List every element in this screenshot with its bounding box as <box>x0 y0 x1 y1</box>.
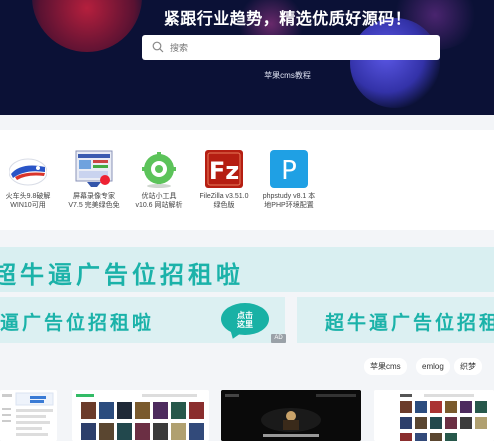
software-item-filezilla[interactable]: Fz FileZilla v3.51.0 绿色版 <box>191 150 257 210</box>
screen-recorder-icon <box>75 150 113 188</box>
ad-banner-left[interactable]: 逼广告位招租啦 点击 这里 <box>0 297 285 343</box>
hero-banner: 紧跟行业趋势，精选优质好源码！ 苹果cms教程 <box>0 0 494 115</box>
template-thumbnail[interactable] <box>72 390 209 441</box>
phpstudy-icon: P <box>270 150 308 188</box>
filezilla-icon: Fz <box>205 150 243 188</box>
tag-item[interactable]: 织梦 <box>454 358 482 375</box>
ad-banner-wide[interactable]: 超牛逼广告位招租啦 <box>0 247 494 292</box>
ad-banner-text: 逼广告位招租啦 <box>0 313 155 334</box>
page: 紧跟行业趋势，精选优质好源码！ 苹果cms教程 火车头9.8破解WIN10可用 <box>0 0 494 441</box>
ad-banner-text: 超牛逼广告位招租啦 <box>325 313 494 334</box>
software-item-train[interactable]: 火车头9.8破解 WIN10可用 <box>0 150 61 210</box>
software-list: 火车头9.8破解 WIN10可用 屏幕录像专家 V7.5 完美绿色免 优站小工具… <box>0 130 494 230</box>
software-item-phpstudy[interactable]: P phpstudy v8.1 本地PHP环境配置 <box>256 150 322 210</box>
ad-badge: AD <box>271 334 286 343</box>
tag-item[interactable]: emlog <box>416 358 450 375</box>
template-thumbnail[interactable] <box>221 390 361 441</box>
tag-item[interactable]: 苹果cms <box>364 358 407 375</box>
click-here-bubble[interactable]: 点击 这里 <box>221 303 269 335</box>
software-item-screen-recorder[interactable]: 屏幕录像专家 V7.5 完美绿色免 <box>61 150 127 210</box>
ad-banner-right[interactable]: 超牛逼广告位招租啦 <box>297 297 494 343</box>
hero-title: 紧跟行业趋势，精选优质好源码！ <box>163 11 412 28</box>
search-input[interactable] <box>170 38 430 57</box>
template-thumbnail[interactable] <box>374 390 494 441</box>
search-box[interactable] <box>142 35 440 60</box>
ad-banner-text: 超牛逼广告位招租啦 <box>0 262 244 289</box>
svg-text:P: P <box>281 156 297 186</box>
decor-blob-purple <box>350 18 440 108</box>
template-thumbnail[interactable] <box>0 390 57 441</box>
svg-text:Fz: Fz <box>209 157 239 185</box>
search-icon <box>152 41 164 53</box>
train-ticket-icon <box>8 150 48 188</box>
hero-hot-link[interactable]: 苹果cms教程 <box>0 70 494 81</box>
software-item-site-tool[interactable]: 优站小工具 v10.6 网站解析 <box>126 150 192 210</box>
site-tool-icon <box>140 150 178 188</box>
